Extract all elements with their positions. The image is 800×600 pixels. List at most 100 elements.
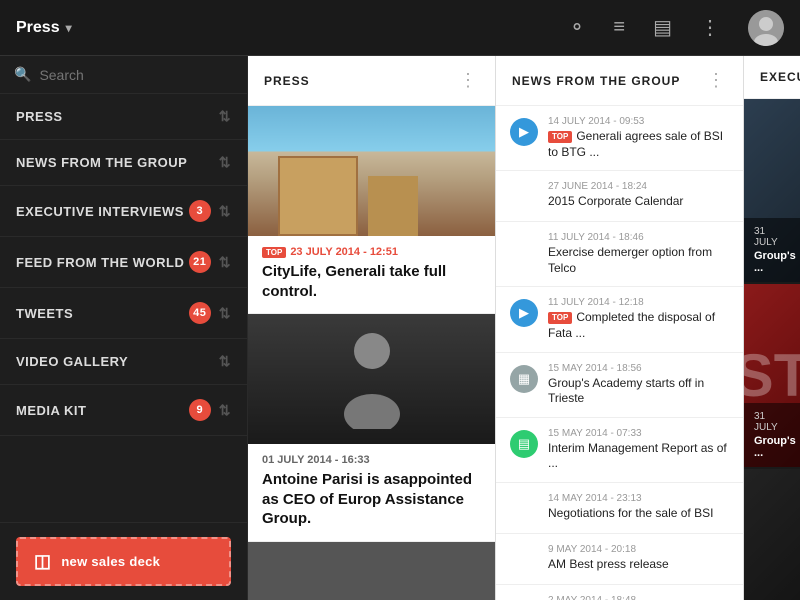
news-more-icon[interactable]: ⋮ xyxy=(707,70,727,91)
exec-article[interactable]: ST 31 JULY Group's ... xyxy=(744,284,800,469)
news-item[interactable]: 2 MAY 2014 - 18:48 TOPFitch upgrades Gen… xyxy=(496,585,743,600)
news-icon: ▶ xyxy=(510,299,538,327)
badge-feed-from-world: 21 xyxy=(189,251,211,273)
news-content: 2 MAY 2014 - 18:48 TOPFitch upgrades Gen… xyxy=(548,595,729,600)
search-icon: 🔍 xyxy=(14,66,31,83)
sort-icon-news-from-group[interactable]: ⇅ xyxy=(219,154,231,171)
news-col-header: NEWS FROM THE GROUP ⋮ xyxy=(496,56,743,106)
profile-icon[interactable]: ⚬ xyxy=(569,15,586,40)
sidebar-item-video-gallery[interactable]: VIDEO GALLERY ⇅ xyxy=(0,339,247,385)
sidebar-item-press[interactable]: PRESS ⇅ xyxy=(0,94,247,140)
sort-icon-media-kit[interactable]: ⇅ xyxy=(219,402,231,419)
sort-icon-feed-from-world[interactable]: ⇅ xyxy=(219,254,231,271)
news-title: TOPCompleted the disposal of Fata ... xyxy=(548,310,729,341)
search-input[interactable] xyxy=(39,67,233,83)
news-date: 11 JULY 2014 - 18:46 xyxy=(548,232,729,243)
news-item[interactable]: ▶ 14 JULY 2014 - 09:53 TOPGenerali agree… xyxy=(496,106,743,171)
news-content: 14 MAY 2014 - 23:13 Negotiations for the… xyxy=(548,493,729,522)
nav-items: PRESS ⇅ NEWS FROM THE GROUP ⇅ EXECUTIVE … xyxy=(0,94,247,522)
news-date: 15 MAY 2014 - 18:56 xyxy=(548,363,729,374)
news-item[interactable]: 9 MAY 2014 - 20:18 AM Best press release xyxy=(496,534,743,585)
news-column: NEWS FROM THE GROUP ⋮ ▶ 14 JULY 2014 - 0… xyxy=(496,56,744,600)
news-icon: ▤ xyxy=(510,430,538,458)
badge-media-kit: 9 xyxy=(189,399,211,421)
news-icon: ▶ xyxy=(510,118,538,146)
press-col-header: PRESS ⋮ xyxy=(248,56,495,106)
news-item[interactable]: 14 MAY 2014 - 23:13 Negotiations for the… xyxy=(496,483,743,534)
news-content: 15 MAY 2014 - 18:56 Group's Academy star… xyxy=(548,363,729,407)
exec-column: EXECUTI... 31 JULY Group's ... ST 31 JUL… xyxy=(744,56,800,600)
top-badge: TOP xyxy=(548,131,572,143)
press-col-title: PRESS xyxy=(264,74,459,88)
news-item[interactable]: ▤ 15 MAY 2014 - 07:33 Interim Management… xyxy=(496,418,743,483)
news-date: 9 MAY 2014 - 20:18 xyxy=(548,544,729,555)
menu-icon[interactable]: ≡ xyxy=(613,16,625,39)
sort-icon-tweets[interactable]: ⇅ xyxy=(219,305,231,322)
news-title: Exercise demerger option from Telco xyxy=(548,245,729,276)
app-logo[interactable]: Press ▾ xyxy=(16,19,72,37)
exec-overlay: 31 JULY Group's ... xyxy=(744,403,800,467)
press-article[interactable] xyxy=(248,542,495,600)
press-article[interactable]: 01 JULY 2014 - 16:33 Antoine Parisi is a… xyxy=(248,314,495,542)
news-icon: ▦ xyxy=(510,365,538,393)
badge-executive-interviews: 3 xyxy=(189,200,211,222)
press-more-icon[interactable]: ⋮ xyxy=(459,70,479,91)
deck-icon: ◫ xyxy=(34,551,51,572)
exec-article[interactable] xyxy=(744,469,800,600)
news-item[interactable]: ▦ 15 MAY 2014 - 18:56 Group's Academy st… xyxy=(496,353,743,418)
avatar[interactable] xyxy=(748,10,784,46)
news-icon xyxy=(510,234,538,262)
exec-articles: 31 JULY Group's ... ST 31 JULY Group's .… xyxy=(744,99,800,600)
folder-icon[interactable]: ▤ xyxy=(653,15,672,40)
press-article[interactable]: TOP23 JULY 2014 - 12:51 CityLife, Genera… xyxy=(248,106,495,314)
sidebar-item-tweets[interactable]: TWEETS 45 ⇅ xyxy=(0,288,247,339)
exec-date: 31 JULY xyxy=(754,226,790,248)
topbar: Press ▾ ⚬ ≡ ▤ ⋮ xyxy=(0,0,800,56)
new-sales-deck-button[interactable]: ◫ new sales deck xyxy=(16,537,231,586)
news-icon xyxy=(510,495,538,523)
sort-icon-executive-interviews[interactable]: ⇅ xyxy=(219,203,231,220)
sidebar-item-label: EXECUTIVE INTERVIEWS xyxy=(16,204,189,219)
news-item[interactable]: 27 JUNE 2014 - 18:24 2015 Corporate Cale… xyxy=(496,171,743,222)
exec-col-header: EXECUTI... xyxy=(744,56,800,99)
sidebar-item-label: TWEETS xyxy=(16,306,189,321)
badge-tweets: 45 xyxy=(189,302,211,324)
sidebar-item-feed-from-world[interactable]: FEED FROM THE WORLD 21 ⇅ xyxy=(0,237,247,288)
topbar-actions: ⚬ ≡ ▤ ⋮ xyxy=(569,10,784,46)
news-item[interactable]: 11 JULY 2014 - 18:46 Exercise demerger o… xyxy=(496,222,743,287)
news-content: 14 JULY 2014 - 09:53 TOPGenerali agrees … xyxy=(548,116,729,160)
search-box: 🔍 xyxy=(0,56,247,94)
sidebar-item-label: VIDEO GALLERY xyxy=(16,354,219,369)
news-items: ▶ 14 JULY 2014 - 09:53 TOPGenerali agree… xyxy=(496,106,743,600)
news-content: 15 MAY 2014 - 07:33 Interim Management R… xyxy=(548,428,729,472)
news-col-title: NEWS FROM THE GROUP xyxy=(512,74,707,88)
more-options-icon[interactable]: ⋮ xyxy=(700,15,720,40)
news-date: 27 JUNE 2014 - 18:24 xyxy=(548,181,729,192)
exec-date: 31 JULY xyxy=(754,411,790,433)
news-title: 2015 Corporate Calendar xyxy=(548,194,729,210)
news-title: TOPGenerali agrees sale of BSI to BTG ..… xyxy=(548,129,729,160)
article-headline: CityLife, Generali take full control. xyxy=(248,260,495,313)
exec-big-text: ST xyxy=(744,341,800,410)
news-item[interactable]: ▶ 11 JULY 2014 - 12:18 TOPCompleted the … xyxy=(496,287,743,352)
news-icon xyxy=(510,183,538,211)
sidebar: 🔍 PRESS ⇅ NEWS FROM THE GROUP ⇅ EXECUTIV… xyxy=(0,56,248,600)
main-layout: 🔍 PRESS ⇅ NEWS FROM THE GROUP ⇅ EXECUTIV… xyxy=(0,56,800,600)
news-content: 11 JULY 2014 - 12:18 TOPCompleted the di… xyxy=(548,297,729,341)
news-date: 11 JULY 2014 - 12:18 xyxy=(548,297,729,308)
sidebar-item-news-from-group[interactable]: NEWS FROM THE GROUP ⇅ xyxy=(0,140,247,186)
press-column: PRESS ⋮ TOP23 JULY 2014 - 12:51 CityLife… xyxy=(248,56,496,600)
sort-icon-video-gallery[interactable]: ⇅ xyxy=(219,353,231,370)
new-deck-label: new sales deck xyxy=(61,554,160,569)
news-date: 2 MAY 2014 - 18:48 xyxy=(548,595,729,600)
news-icon xyxy=(510,546,538,574)
logo-chevron: ▾ xyxy=(66,21,72,35)
sort-icon-press[interactable]: ⇅ xyxy=(219,108,231,125)
sidebar-item-executive-interviews[interactable]: EXECUTIVE INTERVIEWS 3 ⇅ xyxy=(0,186,247,237)
sidebar-item-media-kit[interactable]: MEDIA KIT 9 ⇅ xyxy=(0,385,247,436)
exec-title: Group's ... xyxy=(754,435,790,459)
news-title: AM Best press release xyxy=(548,557,729,573)
press-articles: TOP23 JULY 2014 - 12:51 CityLife, Genera… xyxy=(248,106,495,600)
exec-article[interactable]: 31 JULY Group's ... xyxy=(744,99,800,284)
article-date: 01 JULY 2014 - 16:33 xyxy=(248,444,495,468)
